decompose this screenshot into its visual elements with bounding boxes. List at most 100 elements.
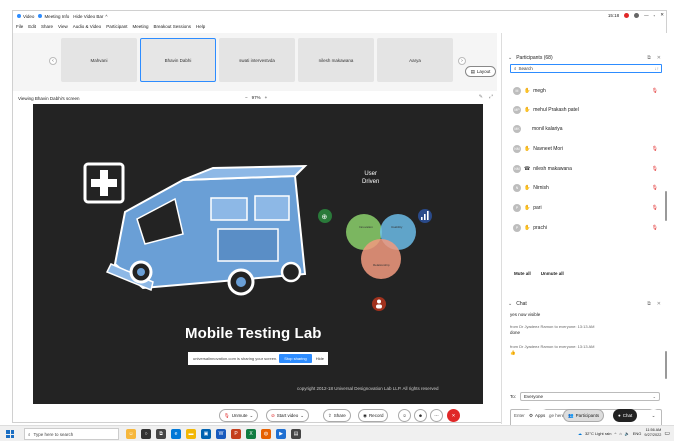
chevron-down-icon[interactable]: ⌄ xyxy=(300,413,304,419)
edge-icon[interactable]: e xyxy=(171,429,181,439)
word-icon[interactable]: W xyxy=(216,429,226,439)
menu-participant[interactable]: Participant xyxy=(106,24,127,29)
powerpoint-icon[interactable]: P xyxy=(231,429,241,439)
popout-icon[interactable]: ⧉ xyxy=(647,301,651,307)
close-icon[interactable]: ✕ xyxy=(660,12,664,18)
network-icon[interactable]: ⌂ xyxy=(619,431,621,436)
task-view-icon[interactable]: ⧉ xyxy=(156,429,166,439)
firefox-icon[interactable]: ◍ xyxy=(261,429,271,439)
more-button[interactable]: ⋯ xyxy=(430,409,443,422)
menu-audio-video[interactable]: Audio & Video xyxy=(73,24,101,29)
taskbar-search-input[interactable]: ⌕ Type here to search xyxy=(24,428,119,440)
hide-notice-button[interactable]: Hide xyxy=(312,356,328,361)
gallery-prev-button[interactable]: ‹ xyxy=(49,57,57,65)
participant-row[interactable]: N ✋ Nirnish 🎙 xyxy=(502,182,662,194)
store-icon[interactable]: ▣ xyxy=(201,429,211,439)
taskbar-clock[interactable]: 11:56 AM 9/27/2022 xyxy=(644,428,661,438)
weather-icon[interactable]: ☁ xyxy=(578,431,582,436)
participant-row[interactable]: MK monil kalariya xyxy=(502,123,662,135)
video-tile[interactable]: Aarya xyxy=(377,38,453,82)
volume-icon[interactable]: 🔈 xyxy=(625,431,630,436)
chevron-down-icon[interactable]: ⌄ xyxy=(508,55,512,61)
unmute-all-button[interactable]: Unmute all xyxy=(541,271,564,276)
medical-plus-icon xyxy=(83,162,125,204)
settings-icon[interactable] xyxy=(634,12,640,18)
popout-icon[interactable]: ⧉ xyxy=(647,55,651,61)
participant-row[interactable]: NM ✋ Navneet Mori 🎙 xyxy=(502,143,662,155)
chevron-down-icon[interactable]: ⌄ xyxy=(508,301,512,307)
mic-muted-icon[interactable]: 🎙 xyxy=(652,225,658,231)
leave-meeting-button[interactable]: ✕ xyxy=(447,409,460,422)
mic-muted-icon[interactable]: 🎙 xyxy=(652,146,658,152)
notification-icon[interactable]: ▭ xyxy=(664,430,670,437)
people-app-icon[interactable]: ☺ xyxy=(126,429,136,439)
mic-muted-icon[interactable]: 🎙 xyxy=(652,88,658,94)
video-app-taskbar-icon[interactable]: ▶ xyxy=(276,429,286,439)
meeting-info-menu[interactable]: Meeting Info xyxy=(38,14,69,19)
panel-more-button[interactable]: ⌄ xyxy=(647,409,660,422)
participant-search-input[interactable]: ⌕ Search ↓↑ xyxy=(510,64,662,73)
video-tile[interactable]: swati intervestvda xyxy=(219,38,295,82)
gallery-next-button[interactable]: › xyxy=(458,57,466,65)
fullscreen-icon[interactable]: ⤢ xyxy=(489,94,493,100)
menu-edit[interactable]: Edit xyxy=(28,24,36,29)
tray-chevron-icon[interactable]: ^ xyxy=(614,431,616,436)
video-tile[interactable]: Mahvani xyxy=(61,38,137,82)
annotate-icon[interactable]: ✎ xyxy=(479,94,483,100)
participants-header[interactable]: ⌄ Participants (68) ⧉ ✕ xyxy=(502,53,669,63)
zoom-level[interactable]: 97% xyxy=(252,95,261,100)
user-icon xyxy=(372,297,386,311)
file-explorer-icon[interactable]: ▬ xyxy=(186,429,196,439)
minimize-icon[interactable]: — xyxy=(644,13,649,18)
participant-row[interactable]: M ✋ megh 🎙 xyxy=(502,85,662,97)
menu-view[interactable]: View xyxy=(58,24,68,29)
hide-video-bar-toggle[interactable]: Hide Video Bar ^ xyxy=(73,14,107,19)
excel-icon[interactable]: X xyxy=(246,429,256,439)
windows-start-icon[interactable] xyxy=(6,430,14,438)
video-tile-active[interactable]: Bhavin Dabhi xyxy=(140,38,216,82)
chat-icon: ● xyxy=(618,413,621,418)
shared-screen[interactable]: Innovation Usability Relationship ⊕ User… xyxy=(33,104,483,404)
menu-share[interactable]: Share xyxy=(41,24,53,29)
menu-file[interactable]: File xyxy=(16,24,23,29)
participant-row[interactable]: NM ☎ nilesh makawana 🎙 xyxy=(502,163,662,175)
menu-help[interactable]: Help xyxy=(196,24,205,29)
app-icon[interactable]: ▤ xyxy=(291,429,301,439)
mic-muted-icon[interactable]: 🎙 xyxy=(652,205,658,211)
cortana-icon[interactable]: ○ xyxy=(141,429,151,439)
participant-row[interactable]: MP ✋ mehul Prakash patel xyxy=(502,104,662,116)
participants-scrollbar[interactable] xyxy=(665,191,667,221)
chat-scrollbar[interactable] xyxy=(665,351,667,379)
mic-muted-icon[interactable]: 🎙 xyxy=(652,166,658,172)
maximize-icon[interactable]: ▫ xyxy=(654,13,656,18)
chat-header[interactable]: ⌄ Chat ⧉ ✕ xyxy=(502,299,669,309)
start-video-button[interactable]: ⊘ Start video ⌄ xyxy=(266,409,310,422)
zoom-in-button[interactable]: + xyxy=(265,95,268,100)
participants-button[interactable]: 👥 Participants xyxy=(563,409,605,422)
unmute-button[interactable]: 🎙 Unmute ⌄ xyxy=(219,409,259,422)
chat-button[interactable]: ● Chat xyxy=(613,409,638,422)
close-panel-icon[interactable]: ✕ xyxy=(657,55,661,61)
share-button[interactable]: ⇪ Share xyxy=(323,409,351,422)
close-panel-icon[interactable]: ✕ xyxy=(657,301,661,307)
zoom-out-button[interactable]: − xyxy=(245,95,248,100)
mute-all-button[interactable]: Mute all xyxy=(514,271,531,276)
menu-breakout-sessions[interactable]: Breakout Sessions xyxy=(153,24,191,29)
video-tile[interactable]: nilesh makawana xyxy=(298,38,374,82)
stop-sharing-button[interactable]: Stop sharing xyxy=(279,354,312,363)
weather-text[interactable]: 32°C Light rain xyxy=(585,431,612,436)
recipient-select[interactable]: Everyone ⌄ xyxy=(520,392,661,401)
video-menu[interactable]: Video xyxy=(17,14,34,19)
sort-icon[interactable]: ↓↑ xyxy=(655,66,660,71)
participant-row[interactable]: P ✋ pari 🎙 xyxy=(502,202,662,214)
mic-muted-icon[interactable]: 🎙 xyxy=(652,185,658,191)
reactions-button[interactable]: ☺ xyxy=(398,409,411,422)
layout-button[interactable]: ▤ Layout xyxy=(465,66,496,77)
menu-meeting[interactable]: Meeting xyxy=(132,24,148,29)
apps-button[interactable]: ⚙ Apps xyxy=(525,409,550,422)
language-indicator[interactable]: ENG xyxy=(633,431,642,436)
record-button[interactable]: ◉ Record xyxy=(358,409,389,422)
emoji-button[interactable]: ☻ xyxy=(414,409,427,422)
participant-row[interactable]: P ✋ prachi 🎙 xyxy=(502,222,662,234)
chevron-down-icon[interactable]: ⌄ xyxy=(249,413,253,419)
